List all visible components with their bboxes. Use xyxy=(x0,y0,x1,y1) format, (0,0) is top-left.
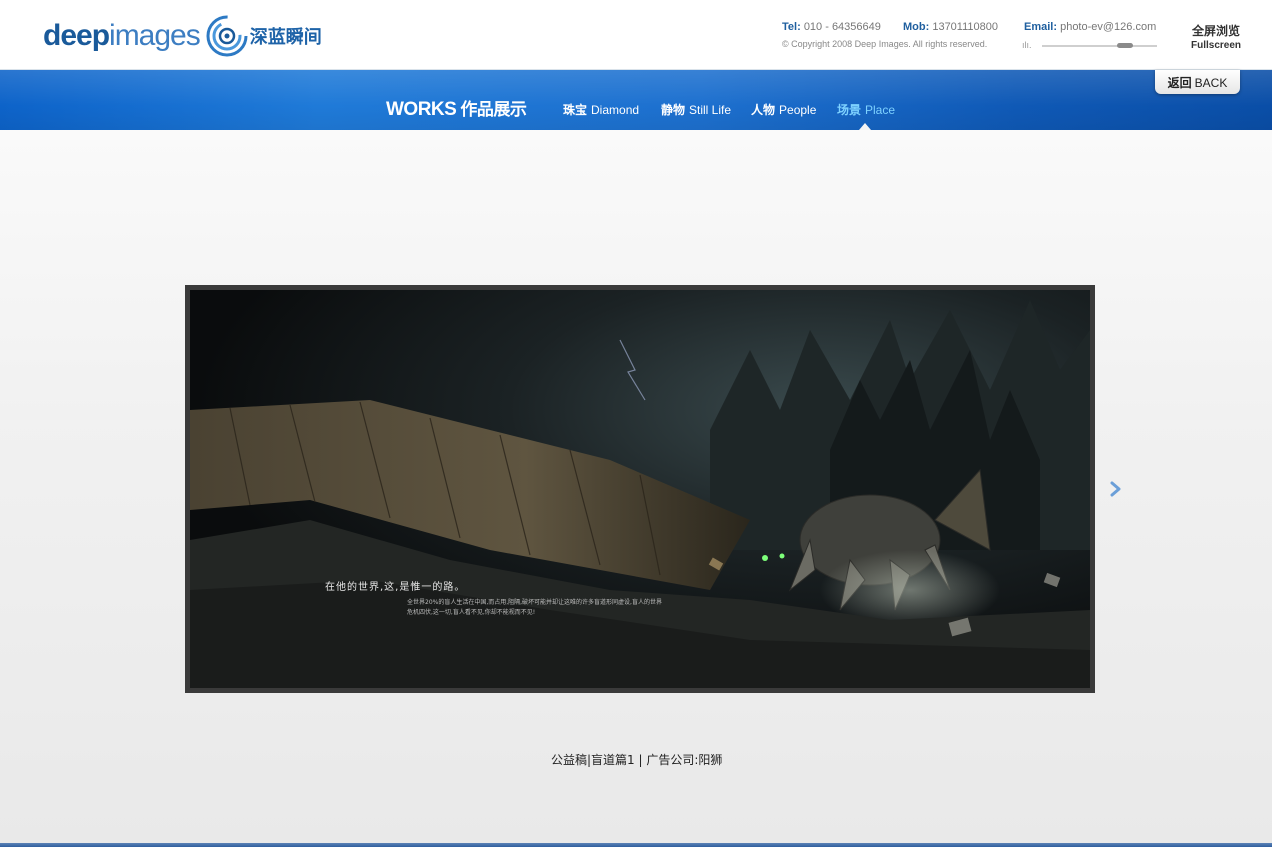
email-label: Email: xyxy=(1024,21,1058,33)
tel-label: Tel: xyxy=(782,21,801,33)
fullscreen-label-cn: 全屏浏览 xyxy=(1191,24,1240,38)
works-title-en: WORKS xyxy=(386,99,457,120)
volume-icon: ılı. xyxy=(1022,40,1032,50)
works-title: WORKS 作品展示 xyxy=(386,95,527,121)
works-title-cn: 作品展示 xyxy=(460,100,527,120)
header: deep images 深蓝瞬间 Tel: 010 - 64356649 Mob… xyxy=(0,0,1272,70)
logo-text-cn: 深蓝瞬间 xyxy=(249,27,322,48)
photo-scene xyxy=(190,300,1090,688)
volume-slider-handle[interactable] xyxy=(1117,43,1133,48)
back-label-cn: 返回 xyxy=(1167,76,1192,90)
logo-swirl-icon xyxy=(206,15,248,57)
footer-line xyxy=(0,843,1272,847)
next-arrow-icon[interactable] xyxy=(1108,480,1124,498)
photo-frame: 在他的世界,这,是惟一的路。 全世界20%的盲人生活在中国,而占用,阻隔,破坏可… xyxy=(185,285,1095,693)
logo-text-deep: deep xyxy=(43,19,110,52)
nav-item-still-life-en: Still Life xyxy=(689,103,732,117)
nav-item-place[interactable]: 场景 Place xyxy=(837,101,895,118)
nav-bar xyxy=(0,70,1272,130)
nav-item-people[interactable]: 人物 People xyxy=(751,101,816,118)
logo-text-images: images xyxy=(109,19,201,52)
active-nav-pointer-icon xyxy=(859,123,871,130)
nav-item-place-en: Place xyxy=(865,103,896,117)
logo[interactable]: deep images 深蓝瞬间 xyxy=(43,13,322,59)
nav-item-place-cn: 场景 xyxy=(837,103,862,117)
nav-item-still-life[interactable]: 静物 Still Life xyxy=(661,101,731,118)
nav-item-diamond-en: Diamond xyxy=(591,103,640,117)
nav-item-diamond-cn: 珠宝 xyxy=(563,103,588,117)
nav-item-still-life-cn: 静物 xyxy=(661,103,686,117)
back-button[interactable]: 返回 BACK xyxy=(1155,70,1240,94)
volume-slider[interactable] xyxy=(1042,43,1157,48)
copyright: © Copyright 2008 Deep Images. All rights… xyxy=(782,39,988,49)
photo-body-text: 全世界20%的盲人生活在中国,而占用,阻隔,破坏可能并却让这唯的许多盲道形同虚设… xyxy=(407,599,662,616)
nav-item-people-en: People xyxy=(779,103,817,117)
contact-info: Tel: 010 - 64356649 Mob: 13701110800 Ema… xyxy=(782,21,1162,37)
mob-value: 13701110800 xyxy=(932,21,998,33)
fullscreen-label-en: Fullscreen xyxy=(1190,40,1242,51)
nav-item-people-cn: 人物 xyxy=(751,103,776,117)
back-label-en: BACK xyxy=(1194,76,1228,90)
fullscreen-button[interactable]: 全屏浏览 Fullscreen xyxy=(1186,22,1246,51)
photo-headline: 在他的世界,这,是惟一的路。 xyxy=(325,582,466,593)
mob-label: Mob: xyxy=(903,21,930,33)
gallery-photo[interactable]: 在他的世界,这,是惟一的路。 全世界20%的盲人生活在中国,而占用,阻隔,破坏可… xyxy=(190,290,1090,688)
photo-caption: 公益稿|盲道篇1 | 广告公司:阳狮 xyxy=(551,753,723,767)
email-value[interactable]: photo-ev@126.com xyxy=(1060,21,1156,33)
nav-item-diamond[interactable]: 珠宝 Diamond xyxy=(563,101,639,118)
tel-value: 010 - 64356649 xyxy=(803,21,881,33)
